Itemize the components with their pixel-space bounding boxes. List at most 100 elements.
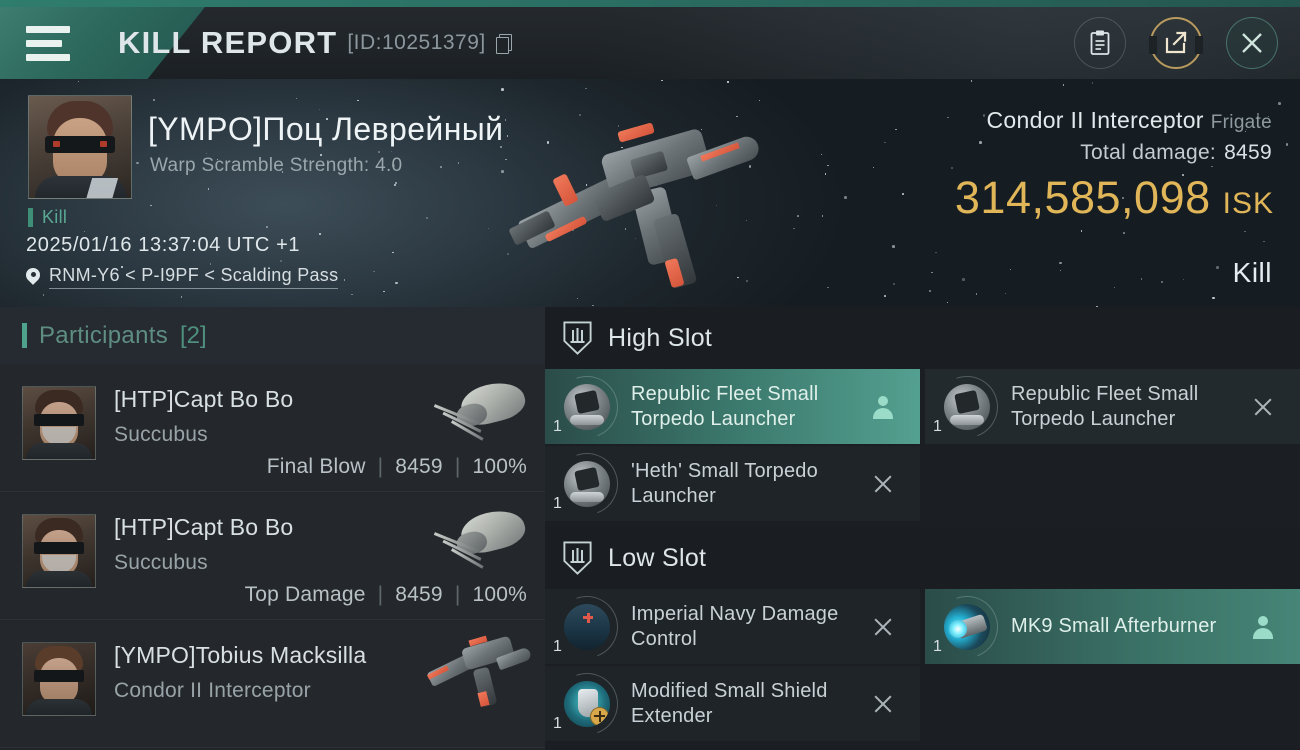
kill-timestamp: 2025/01/16 13:37:04 UTC +1 <box>26 234 301 256</box>
section-title: High Slot <box>608 323 713 352</box>
ship-name-row: Condor II Interceptor Frigate <box>987 107 1272 134</box>
location-row[interactable]: RNM-Y6 < P-I9PF < Scalding Pass <box>26 265 339 289</box>
isk-value: 314,585,098 <box>954 172 1211 223</box>
torpedo-launcher-icon <box>545 442 629 525</box>
total-damage-label: Total damage: <box>1080 141 1217 164</box>
item-quantity: 1 <box>933 638 942 655</box>
victim-avatar[interactable] <box>28 95 132 199</box>
participant-ship: Succubus <box>114 423 208 446</box>
fitting-item[interactable]: 1 Modified Small Shield Extender <box>545 662 920 745</box>
torpedo-launcher-icon <box>925 365 1009 448</box>
shield-extender-icon <box>545 662 629 745</box>
status-badge: Kill <box>28 207 67 228</box>
participants-header: Participants [2] <box>0 307 545 364</box>
item-quantity: 1 <box>933 418 942 435</box>
victim-stat: Warp Scramble Strength: 4.0 <box>150 155 403 176</box>
close-icon[interactable] <box>1252 396 1274 418</box>
fitting-item[interactable]: 1 'Heth' Small Torpedo Launcher <box>545 442 920 525</box>
participant-row[interactable]: [HTP]Capt Bo Bo Succubus Final Blow | 84… <box>0 364 545 492</box>
participant-row[interactable]: [YMPO]Tobius Macksilla Condor II Interce… <box>0 620 545 748</box>
participant-tag: Top Damage <box>244 583 366 606</box>
victim-banner: [YMPO]Поц Леврейный Warp Scramble Streng… <box>0 79 1300 307</box>
item-quantity: 1 <box>553 418 562 435</box>
low-slot-column-left: 1 Imperial Navy Damage Control 1 Modifie… <box>545 585 920 745</box>
participant-tag: Final Blow <box>266 455 366 478</box>
close-button[interactable] <box>1226 17 1278 69</box>
slot-shield-icon <box>563 541 592 575</box>
separator: | <box>377 583 384 606</box>
participant-name: [YMPO]Tobius Macksilla <box>114 642 367 668</box>
ship-class: Frigate <box>1210 112 1272 133</box>
item-quantity: 1 <box>553 715 562 732</box>
participants-panel: Participants [2] [HTP]Capt Bo Bo Succubu… <box>0 307 545 750</box>
fitting-item[interactable]: 1 Republic Fleet Small Torpedo Launcher <box>925 365 1300 448</box>
person-icon[interactable] <box>1252 615 1274 639</box>
close-icon[interactable] <box>872 616 894 638</box>
page-title: KILL REPORT <box>118 25 338 60</box>
header-title-group: KILL REPORT [ID:10251379] <box>118 7 512 79</box>
high-slot-grid: 1 Republic Fleet Small Torpedo Launcher … <box>545 365 1300 525</box>
section-header-low-slot: Low Slot <box>545 527 1300 589</box>
high-slot-column-right: 1 Republic Fleet Small Torpedo Launcher <box>925 365 1300 523</box>
avatar <box>22 514 96 588</box>
top-accent-strip <box>0 0 1300 7</box>
participant-percent: 100% <box>472 455 527 478</box>
fitting-panel: High Slot 1 Republic Fleet Small Torpedo… <box>545 307 1300 750</box>
participant-damage: 8459 <box>395 455 443 478</box>
section-header-high-slot: High Slot <box>545 307 1300 369</box>
participant-percent: 100% <box>472 583 527 606</box>
close-icon[interactable] <box>872 473 894 495</box>
item-name: Modified Small Shield Extender <box>631 679 828 727</box>
fitting-item[interactable]: 1 MK9 Small Afterburner <box>925 585 1300 668</box>
map-pin-icon <box>26 268 40 287</box>
participant-ship: Succubus <box>114 551 208 574</box>
copy-icon[interactable] <box>495 33 512 54</box>
status-accent-bar <box>28 208 33 227</box>
result-word: Kill <box>1232 257 1272 288</box>
separator: | <box>377 455 384 478</box>
detail-area: Participants [2] [HTP]Capt Bo Bo Succubu… <box>0 307 1300 750</box>
participant-ship-render <box>419 504 531 582</box>
hamburger-icon[interactable] <box>26 25 70 61</box>
torpedo-launcher-icon <box>545 365 629 448</box>
section-title: Low Slot <box>608 543 707 572</box>
participant-name: [HTP]Capt Bo Bo <box>114 386 294 412</box>
close-icon[interactable] <box>872 693 894 715</box>
participant-ship: Condor II Interceptor <box>114 679 311 702</box>
avatar <box>22 642 96 716</box>
location-link[interactable]: RNM-Y6 < P-I9PF < Scalding Pass <box>49 265 339 289</box>
damage-control-icon <box>545 585 629 668</box>
participants-title: Participants <box>39 321 168 349</box>
participants-accent-bar <box>22 323 27 348</box>
fitting-item[interactable]: 1 Republic Fleet Small Torpedo Launcher <box>545 365 920 448</box>
report-id: [ID:10251379] <box>347 31 486 54</box>
participant-name: [HTP]Capt Bo Bo <box>114 514 294 540</box>
total-damage-row: Total damage: 8459 <box>1080 141 1272 165</box>
ship-name: Condor II Interceptor <box>986 107 1204 133</box>
window-header: KILL REPORT [ID:10251379] <box>0 7 1300 79</box>
participant-damage: 8459 <box>395 583 443 606</box>
victim-name: [YMPO]Поц Леврейный <box>148 111 504 147</box>
participant-ship-render <box>419 376 531 454</box>
fitting-item[interactable]: 1 Imperial Navy Damage Control <box>545 585 920 668</box>
close-icon <box>1242 33 1262 53</box>
isk-currency: ISK <box>1222 187 1274 220</box>
isk-value-row: 314,585,098 ISK <box>955 172 1274 224</box>
total-damage-value: 8459 <box>1224 141 1272 164</box>
clipboard-button[interactable] <box>1074 17 1126 69</box>
participant-stats: Final Blow | 8459 | 100% <box>267 455 527 479</box>
item-name: Imperial Navy Damage Control <box>631 602 839 650</box>
avatar <box>22 386 96 460</box>
high-slot-column-left: 1 Republic Fleet Small Torpedo Launcher … <box>545 365 920 525</box>
person-icon[interactable] <box>872 395 894 419</box>
low-slot-column-right: 1 MK9 Small Afterburner <box>925 585 1300 743</box>
participant-ship-render <box>419 634 533 710</box>
slot-shield-icon <box>563 321 592 355</box>
item-quantity: 1 <box>553 638 562 655</box>
item-name: 'Heth' Small Torpedo Launcher <box>631 459 818 507</box>
share-button[interactable] <box>1149 17 1203 69</box>
item-quantity: 1 <box>553 495 562 512</box>
clipboard-icon <box>1090 30 1110 55</box>
participant-row[interactable]: [HTP]Capt Bo Bo Succubus Top Damage | 84… <box>0 492 545 620</box>
separator: | <box>454 455 461 478</box>
